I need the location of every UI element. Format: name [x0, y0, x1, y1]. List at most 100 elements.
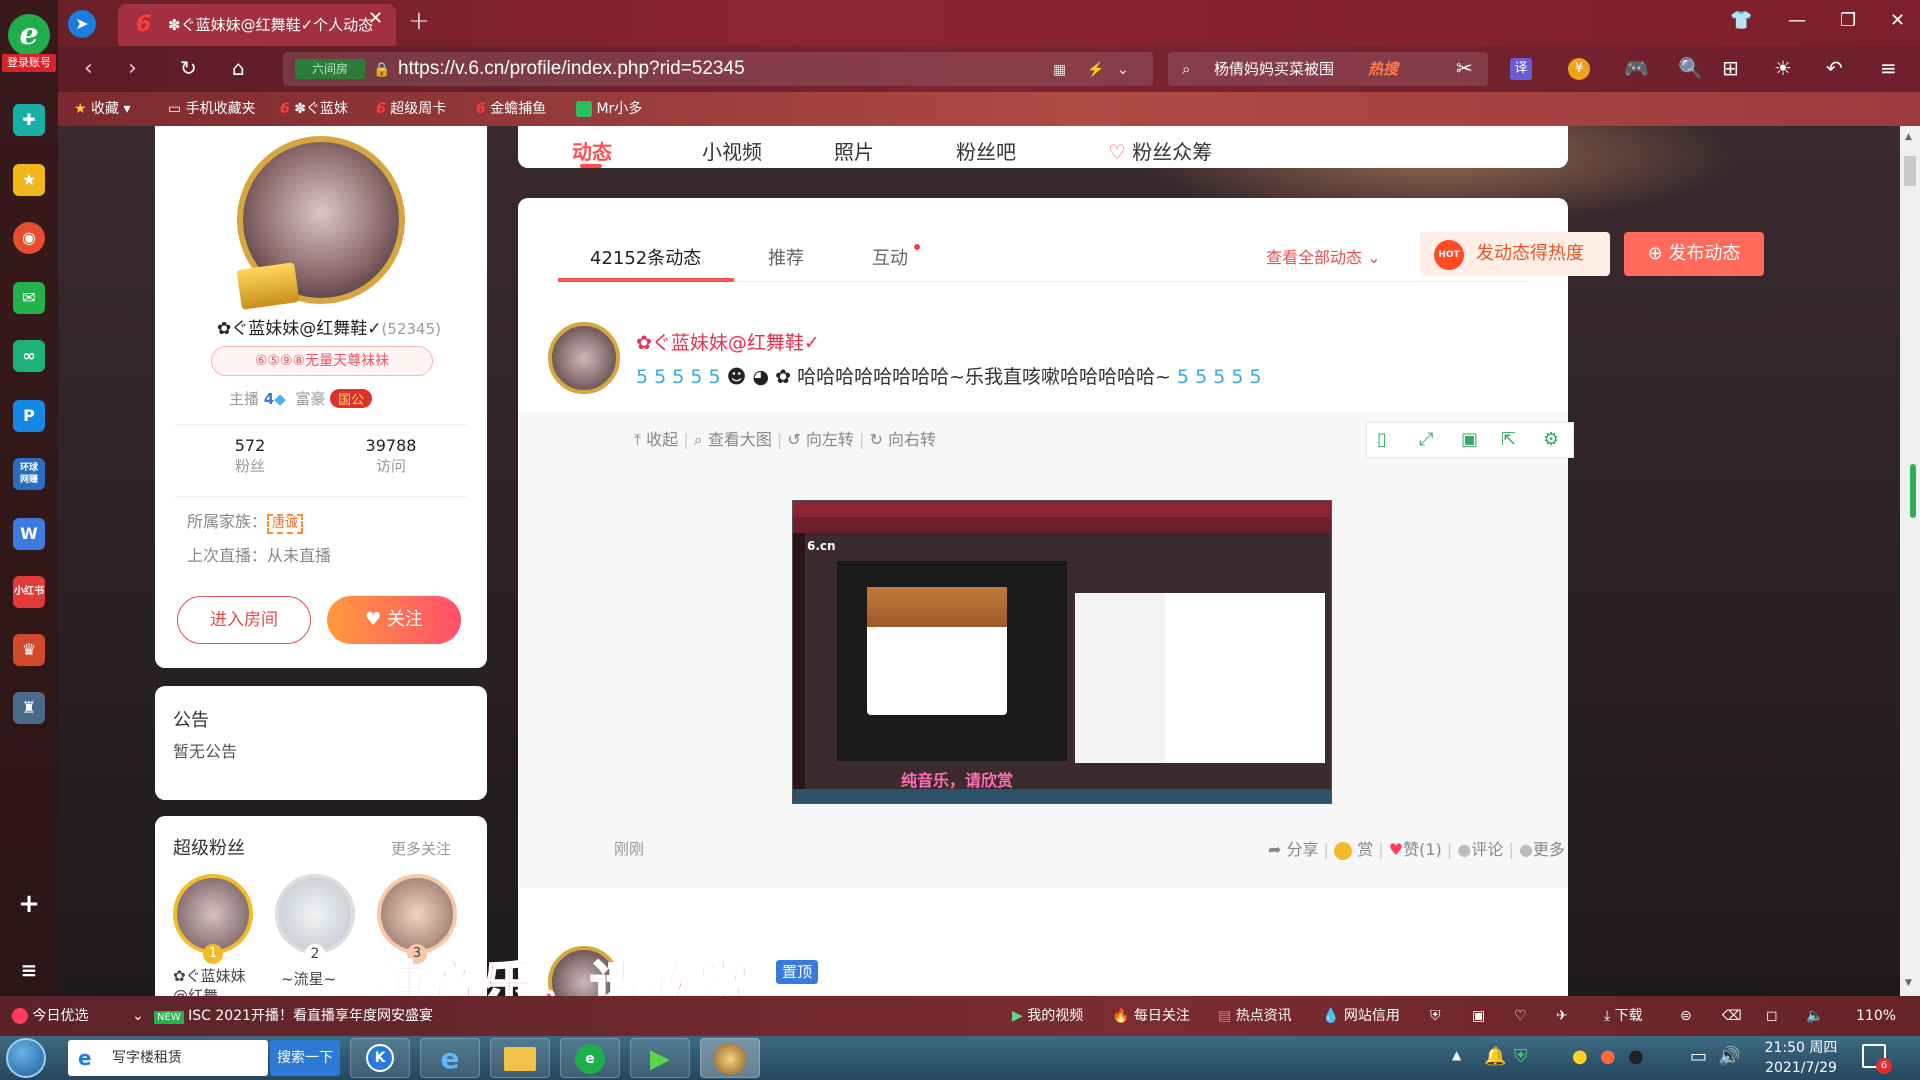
- tray-expand-icon[interactable]: ▲: [1452, 1048, 1461, 1062]
- download-button[interactable]: ⤓ 下载: [1604, 996, 1643, 1036]
- browser-e-icon[interactable]: e: [560, 1038, 620, 1078]
- scissors-icon[interactable]: ✂: [1456, 56, 1473, 80]
- cross-app-icon[interactable]: ✚: [13, 104, 45, 136]
- qq2-icon[interactable]: ●: [1628, 1046, 1644, 1067]
- game3-app-icon[interactable]: ♜: [13, 692, 45, 724]
- scrollbar-thumb[interactable]: [1904, 156, 1916, 186]
- magnifier-icon[interactable]: 🔍: [1678, 56, 1703, 80]
- security-icon[interactable]: ⛨: [1514, 1046, 1528, 1067]
- enter-room-button[interactable]: 进入房间: [177, 596, 311, 644]
- clean-icon[interactable]: ⌫: [1722, 996, 1742, 1036]
- post-author[interactable]: ✿ぐ蓝妹妹@红舞鞋✓: [636, 328, 820, 355]
- menu-icon[interactable]: ≡: [1880, 56, 1897, 80]
- my-videos[interactable]: ▶ 我的视频: [1012, 996, 1083, 1036]
- close-window-icon[interactable]: ✕: [1890, 10, 1905, 31]
- cloud-app-icon[interactable]: ∞: [13, 340, 45, 372]
- tab-recommend[interactable]: 推荐: [768, 244, 804, 270]
- search-go-button[interactable]: 搜索一下: [270, 1040, 340, 1076]
- start-button-icon[interactable]: [6, 1038, 46, 1078]
- site-credit[interactable]: 💧 网站信用: [1322, 996, 1400, 1036]
- fan-name[interactable]: ~流星~: [281, 968, 361, 989]
- k-app-icon[interactable]: K: [350, 1038, 410, 1078]
- rocket-icon[interactable]: ✈: [1556, 996, 1568, 1036]
- comment-button[interactable]: ●评论: [1457, 840, 1503, 859]
- scroll-up-icon[interactable]: ▲: [1905, 132, 1912, 142]
- tab-crowdfunding[interactable]: ♡ 粉丝众筹: [1108, 136, 1212, 165]
- game-app-icon[interactable]: 环球 网赚: [13, 458, 45, 490]
- browser-logo-icon[interactable]: e: [8, 14, 50, 56]
- star-app-icon[interactable]: ★: [13, 164, 45, 196]
- post-author-avatar[interactable]: [548, 322, 620, 394]
- view-all-dynamics[interactable]: 查看全部动态 ⌄: [1266, 244, 1381, 268]
- login-button[interactable]: 登录账号: [2, 54, 56, 72]
- tab-photos[interactable]: 照片: [834, 136, 874, 165]
- search-input[interactable]: ⌕ 杨倩妈妈买菜被围 热搜: [1168, 52, 1488, 86]
- share-button[interactable]: ➦ 分享: [1268, 840, 1319, 859]
- tip-button[interactable]: 赏: [1334, 840, 1373, 860]
- publish-button[interactable]: ⊕ 发布动态: [1624, 232, 1764, 276]
- add-app-icon[interactable]: +: [13, 888, 45, 920]
- tab-close-icon[interactable]: ✕: [368, 8, 383, 29]
- xiaohongshu-app-icon[interactable]: 小红书: [13, 576, 45, 608]
- fan-name[interactable]: ✿ぐ蓝妹妹@红舞: [173, 966, 253, 996]
- network-icon[interactable]: ⊜: [1680, 996, 1692, 1036]
- vertical-scrollbar[interactable]: ▲ ▼: [1900, 126, 1920, 996]
- folder-icon[interactable]: [490, 1038, 550, 1078]
- game-avatar-icon[interactable]: [700, 1038, 760, 1078]
- restore-icon[interactable]: ❐: [1840, 10, 1856, 31]
- tab-short-video[interactable]: 小视频: [702, 136, 762, 165]
- fan-avatar[interactable]: [275, 874, 355, 954]
- new-tab-icon[interactable]: +: [408, 6, 430, 36]
- more-button[interactable]: ●更多: [1519, 840, 1565, 859]
- refresh-icon[interactable]: ↻: [180, 56, 197, 80]
- rotate-right-button[interactable]: ↻ 向右转: [870, 430, 937, 449]
- scroll-down-icon[interactable]: ▼: [1905, 978, 1912, 988]
- fullscreen-icon[interactable]: ⤢: [1419, 429, 1433, 450]
- translate-icon[interactable]: 译: [1510, 58, 1532, 80]
- rotate-left-button[interactable]: ↺ 向左转: [787, 430, 854, 449]
- back-icon[interactable]: ‹: [84, 56, 93, 81]
- fans-stat[interactable]: 572 粉丝: [215, 436, 285, 476]
- zoom-level[interactable]: 110%: [1856, 996, 1896, 1036]
- url-input[interactable]: 六间房 🔒 https://v.6.cn/profile/index.php?r…: [283, 52, 1153, 86]
- player-icon[interactable]: ▶: [630, 1038, 690, 1078]
- coin-icon[interactable]: ¥: [1568, 58, 1590, 80]
- side-slider[interactable]: [1910, 464, 1916, 518]
- follow-button[interactable]: ♥ 关注: [327, 596, 461, 644]
- collapse-button[interactable]: ⤒ 收起: [634, 430, 678, 449]
- fit-icon[interactable]: ▯: [1377, 429, 1387, 450]
- hot-post-button[interactable]: HOT 发动态得热度: [1420, 232, 1610, 276]
- news-ticker[interactable]: NEW ISC 2021开播！看直播享年度网安盛宴: [154, 996, 433, 1036]
- navigate-icon[interactable]: ➤: [68, 10, 96, 38]
- like-button[interactable]: ♥赞(1): [1389, 840, 1442, 859]
- today-picks[interactable]: 今日优选: [12, 996, 88, 1036]
- skin-icon[interactable]: 👕: [1730, 10, 1752, 31]
- heart-outline-icon[interactable]: ♡: [1514, 996, 1527, 1036]
- qr-icon[interactable]: ▦: [1053, 52, 1066, 86]
- brightness-icon[interactable]: ☀: [1774, 56, 1792, 80]
- hot-news[interactable]: ▤ 热点资讯: [1218, 996, 1292, 1036]
- bookmark-weekcard[interactable]: 6 超级周卡: [376, 92, 446, 126]
- qq-icon[interactable]: ●: [1600, 1046, 1616, 1067]
- family-badge[interactable]: 唐诚: [267, 514, 304, 534]
- network-tray-icon[interactable]: ▭: [1690, 1046, 1707, 1067]
- clock[interactable]: 21:50 周四 2021/7/29: [1756, 1038, 1846, 1078]
- menu-list-icon[interactable]: ≡: [13, 954, 45, 986]
- view-large-button[interactable]: ⌕ 查看大图: [694, 430, 772, 449]
- ie-search-box[interactable]: e 写字楼租赁: [68, 1040, 268, 1076]
- image-icon[interactable]: ▣: [1472, 996, 1485, 1036]
- mail-app-icon[interactable]: ✉: [13, 282, 45, 314]
- fan-avatar[interactable]: [173, 874, 253, 954]
- tab-profile[interactable]: 6 ✽ぐ蓝妹妹@红舞鞋✓个人动态: [118, 4, 396, 46]
- game2-app-icon[interactable]: ♛: [13, 634, 45, 666]
- ie-icon[interactable]: e: [420, 1038, 480, 1078]
- fan-badge[interactable]: ⑥⑤⑨⑧无量天尊袜袜: [211, 346, 433, 376]
- bookmark-profile[interactable]: 6 ✽ぐ蓝妹: [280, 92, 348, 126]
- bookmark-mrxiaoduo[interactable]: Mr小多: [576, 92, 642, 126]
- chevron-down-icon[interactable]: ⌄: [1117, 52, 1129, 86]
- forward-icon[interactable]: ›: [128, 56, 137, 81]
- settings-icon[interactable]: ⚙: [1543, 429, 1559, 450]
- volume-tray-icon[interactable]: 🔊: [1718, 1046, 1740, 1067]
- tab-interact[interactable]: 互动: [872, 244, 908, 270]
- p-app-icon[interactable]: P: [13, 400, 45, 432]
